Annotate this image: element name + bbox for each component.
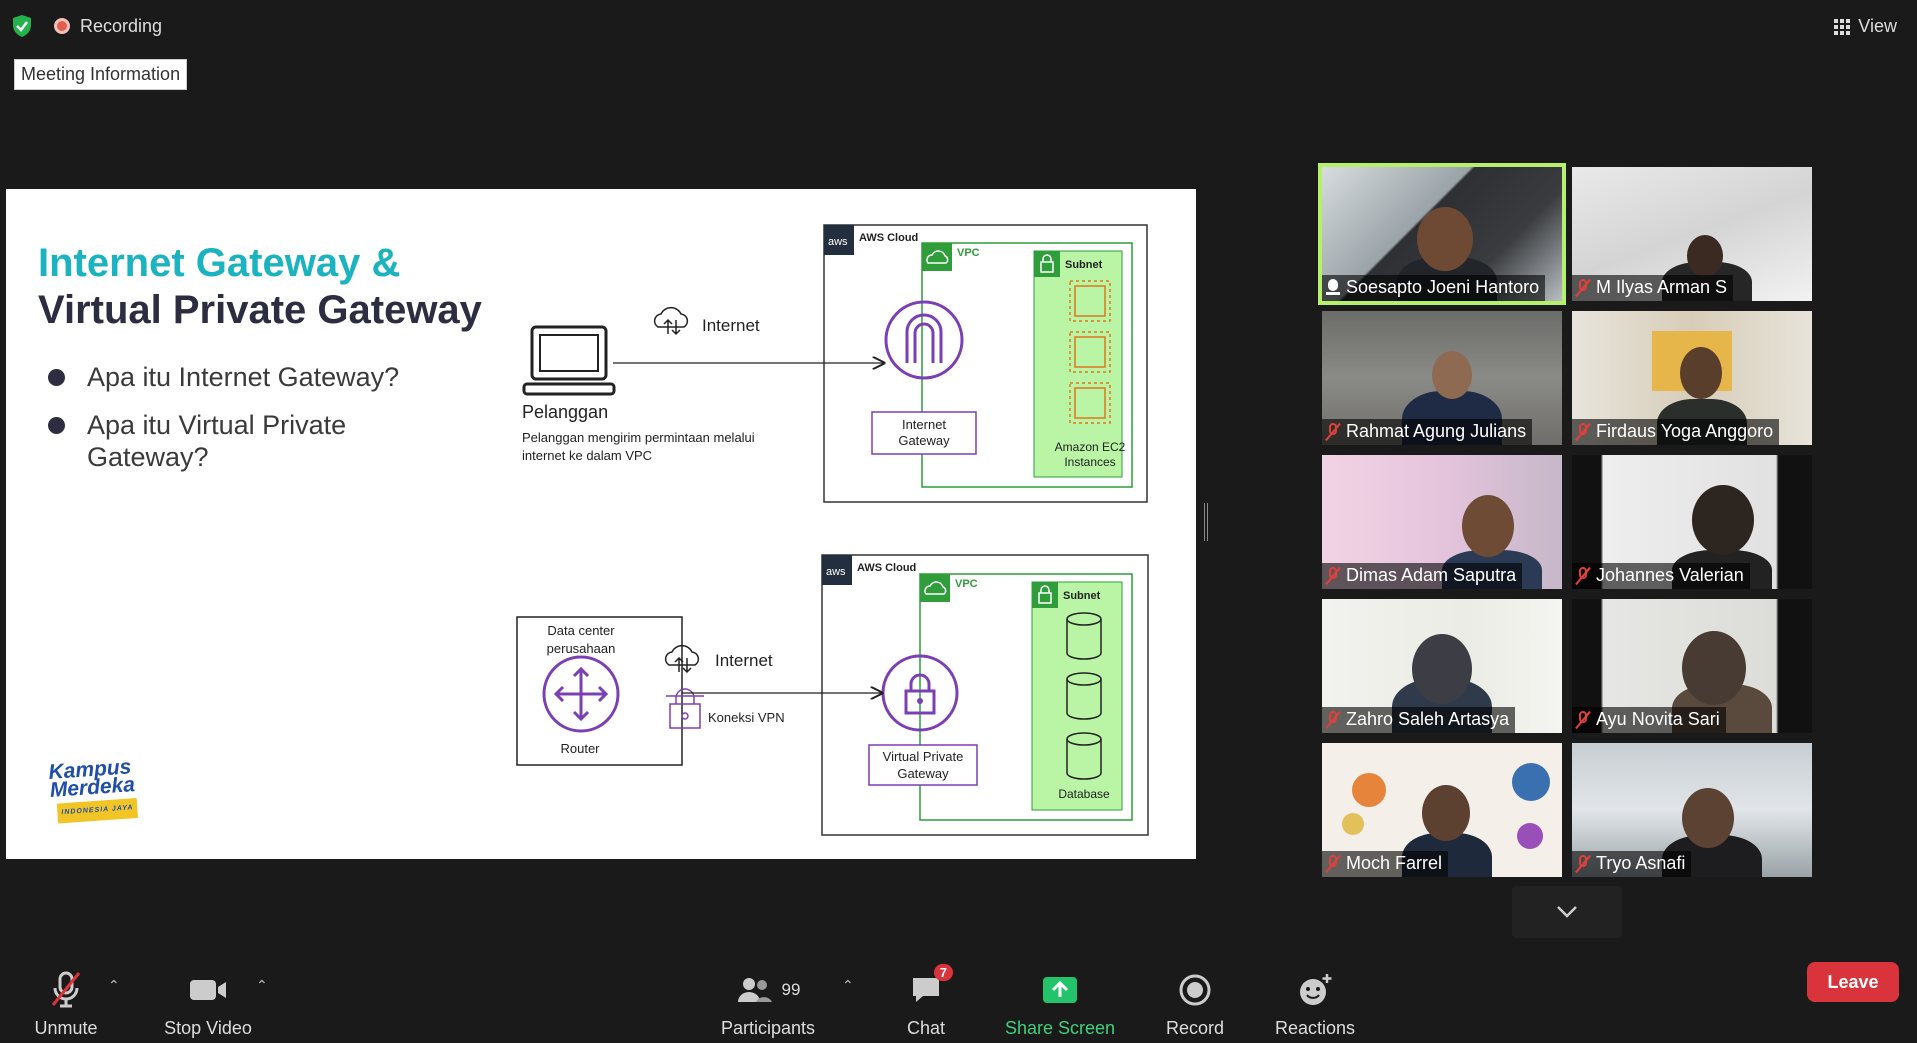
participant-name-tag: Zahro Saleh Artasya xyxy=(1322,707,1516,733)
mic-muted-icon xyxy=(1576,710,1590,729)
participant-name-tag: Rahmat Agung Julians xyxy=(1322,419,1533,445)
svg-text:perusahaan: perusahaan xyxy=(547,641,616,656)
svg-text:Virtual Private: Virtual Private xyxy=(883,749,964,764)
participant-name-tag: Firdaus Yoga Anggoro xyxy=(1572,419,1780,445)
share-screen-icon xyxy=(1041,970,1079,1010)
participants-button[interactable]: 99 Participants xyxy=(720,947,816,1043)
security-shield-icon[interactable] xyxy=(10,14,34,38)
reactions-smiley-icon xyxy=(1297,970,1333,1010)
subnet-box-bottom xyxy=(1031,581,1123,811)
svg-text:Internet: Internet xyxy=(715,651,773,670)
svg-text:Koneksi VPN: Koneksi VPN xyxy=(708,710,785,725)
svg-text:aws: aws xyxy=(828,236,848,248)
svg-text:Data center: Data center xyxy=(547,623,615,638)
grid-view-icon xyxy=(1834,18,1851,35)
planet-decoration xyxy=(1352,773,1386,807)
chevron-down-icon xyxy=(1557,906,1577,918)
stop-video-button[interactable]: Stop Video xyxy=(160,947,256,1043)
audio-options-chevron-icon[interactable]: ⌃ xyxy=(108,977,120,994)
video-tile[interactable]: Zahro Saleh Artasya xyxy=(1322,599,1562,733)
mic-muted-icon xyxy=(49,970,83,1010)
video-tile[interactable]: Johannes Valerian xyxy=(1572,455,1812,589)
svg-text:Database: Database xyxy=(1058,787,1110,801)
unmute-button[interactable]: Unmute xyxy=(26,947,106,1043)
svg-text:Amazon EC2: Amazon EC2 xyxy=(1055,440,1126,454)
recording-label: Recording xyxy=(80,15,163,36)
svg-text:Gateway: Gateway xyxy=(897,766,949,781)
video-tile[interactable]: Ayu Novita Sari xyxy=(1572,599,1812,733)
record-icon xyxy=(1178,970,1212,1010)
leave-button[interactable]: Leave xyxy=(1807,962,1899,1002)
video-tile[interactable]: Soesapto Joeni Hantoro xyxy=(1318,163,1566,305)
planet-decoration xyxy=(1517,823,1543,849)
share-screen-button[interactable]: Share Screen xyxy=(1004,947,1116,1043)
router-icon xyxy=(542,655,620,733)
svg-text:Subnet: Subnet xyxy=(1065,259,1103,271)
chat-button[interactable]: 7 Chat xyxy=(896,947,956,1043)
laptop-icon xyxy=(522,325,616,396)
svg-text:Router: Router xyxy=(560,741,600,756)
internet-cloud-icon xyxy=(653,306,689,336)
participant-name-tag: M Ilyas Arman S xyxy=(1572,275,1734,301)
participant-name-tag: Ayu Novita Sari xyxy=(1572,707,1726,733)
participant-name-tag: Johannes Valerian xyxy=(1572,563,1750,589)
svg-text:Internet: Internet xyxy=(702,316,760,335)
chat-unread-badge: 7 xyxy=(933,964,953,981)
mic-muted-icon xyxy=(1576,422,1590,441)
participant-name-tag: Dimas Adam Saputra xyxy=(1322,563,1523,589)
participant-name-tag: Moch Farrel xyxy=(1322,851,1449,877)
recording-dot-icon xyxy=(54,18,70,34)
video-tile[interactable]: M Ilyas Arman S xyxy=(1572,167,1812,301)
aws-architecture-diagrams: aws AWS Cloud VPC Subnet Amazon EC2 Inst… xyxy=(516,224,1149,836)
participant-name-tag: Tryo Asnafi xyxy=(1572,851,1692,877)
mic-muted-icon xyxy=(1576,854,1590,873)
svg-text:VPC: VPC xyxy=(955,578,978,590)
video-tile[interactable]: Moch Farrel xyxy=(1322,743,1562,877)
planet-decoration xyxy=(1512,763,1550,801)
participants-options-chevron-icon[interactable]: ⌃ xyxy=(842,977,854,994)
mic-muted-icon xyxy=(1326,422,1340,441)
speaking-mic-icon xyxy=(1326,278,1340,297)
svg-text:internet ke dalam VPC: internet ke dalam VPC xyxy=(522,448,652,463)
meeting-information-button[interactable]: Meeting Information xyxy=(14,59,188,90)
mic-muted-icon xyxy=(1326,710,1340,729)
svg-text:Subnet: Subnet xyxy=(1063,590,1101,602)
record-button[interactable]: Record xyxy=(1160,947,1230,1043)
svg-text:Pelanggan: Pelanggan xyxy=(522,402,608,422)
video-tile[interactable]: Dimas Adam Saputra xyxy=(1322,455,1562,589)
participant-name-tag: Soesapto Joeni Hantoro xyxy=(1322,275,1546,301)
splitter-handle[interactable] xyxy=(1204,503,1208,541)
svg-text:AWS Cloud: AWS Cloud xyxy=(859,232,918,244)
mic-muted-icon xyxy=(1576,278,1590,297)
svg-text:AWS Cloud: AWS Cloud xyxy=(857,562,916,574)
svg-text:Gateway: Gateway xyxy=(898,433,950,448)
kampus-merdeka-logo: Kampus Merdeka INDONESIA JAYA xyxy=(48,755,139,824)
view-label: View xyxy=(1858,16,1897,36)
svg-text:Internet: Internet xyxy=(902,417,946,432)
planet-decoration xyxy=(1342,813,1364,835)
video-tile[interactable]: Tryo Asnafi xyxy=(1572,743,1812,877)
video-camera-icon xyxy=(188,970,228,1010)
video-tile[interactable]: Firdaus Yoga Anggoro xyxy=(1572,311,1812,445)
participants-icon xyxy=(737,978,772,1002)
internet-gateway-icon xyxy=(884,300,964,380)
recording-indicator[interactable]: Recording xyxy=(54,16,162,37)
video-options-chevron-icon[interactable]: ⌃ xyxy=(256,977,268,994)
svg-text:aws: aws xyxy=(826,566,846,578)
svg-text:VPC: VPC xyxy=(957,247,980,259)
participants-count: 99 xyxy=(781,980,801,999)
shared-screen-slide: Internet Gateway & Virtual Private Gatew… xyxy=(6,189,1196,859)
mic-muted-icon xyxy=(1326,566,1340,585)
top-status-bar: Recording xyxy=(10,14,162,38)
video-tile[interactable]: Rahmat Agung Julians xyxy=(1322,311,1562,445)
mic-muted-icon xyxy=(1576,566,1590,585)
meeting-toolbar: Unmute ⌃ Stop Video ⌃ 99 Participants ⌃ … xyxy=(0,947,1917,1043)
vpn-lock-icon xyxy=(666,688,704,729)
gallery-next-page-button[interactable] xyxy=(1512,886,1622,938)
svg-text:Instances: Instances xyxy=(1064,455,1115,469)
view-button[interactable]: View xyxy=(1834,16,1897,37)
mic-muted-icon xyxy=(1326,854,1340,873)
reactions-button[interactable]: Reactions xyxy=(1274,947,1356,1043)
svg-text:Pelanggan mengirim permintaan: Pelanggan mengirim permintaan melalui xyxy=(522,430,755,445)
